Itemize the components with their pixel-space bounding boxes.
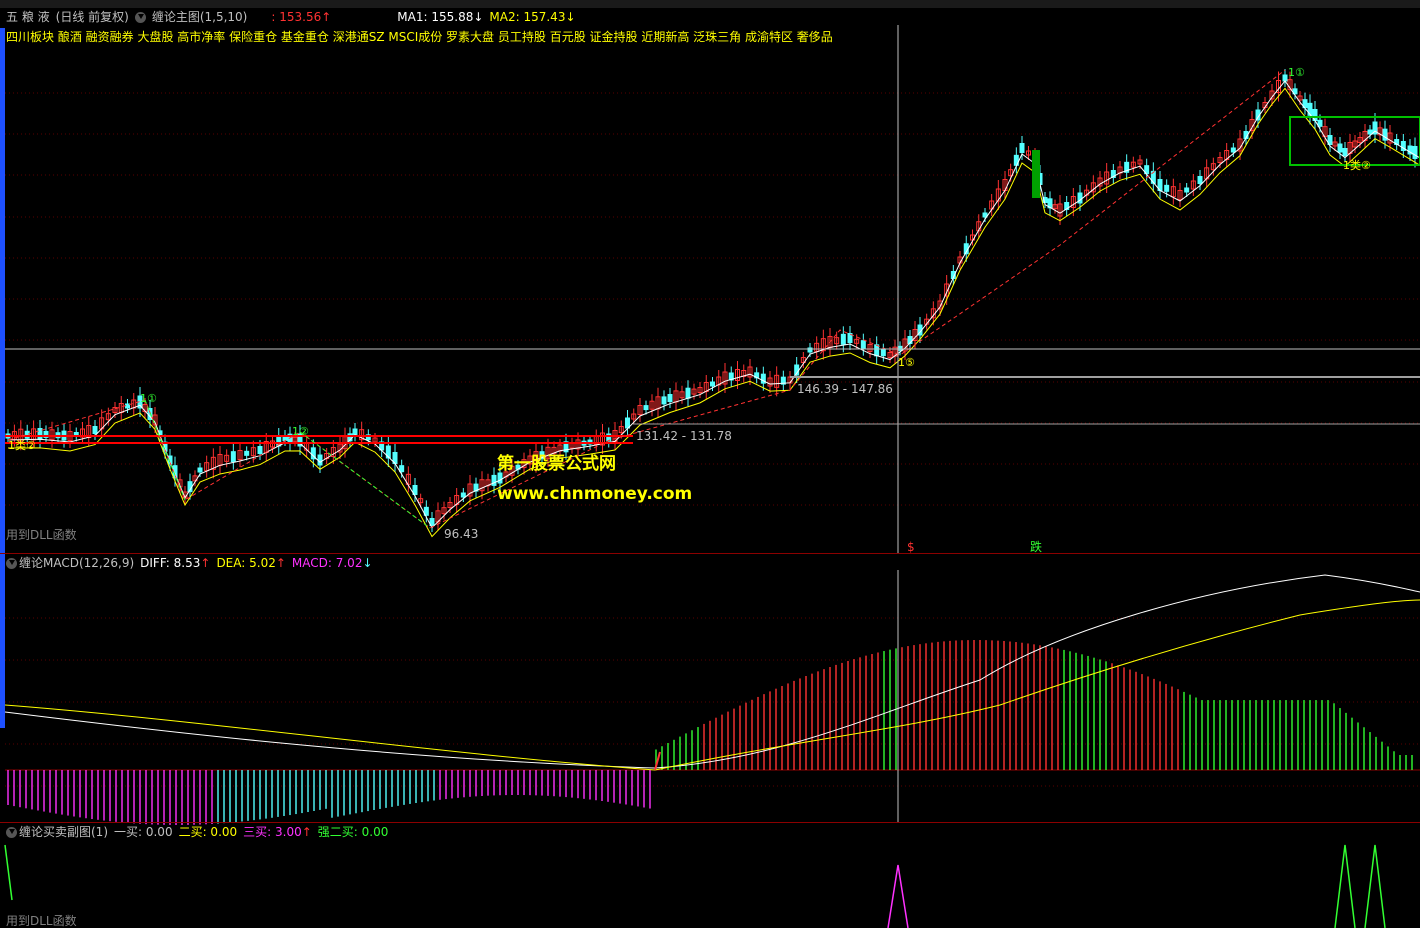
signal-s-mark: $ bbox=[907, 540, 915, 554]
signal-label-top: 1① bbox=[1288, 66, 1305, 79]
candle-body bbox=[37, 428, 43, 440]
candle-body bbox=[1019, 143, 1025, 153]
dll-note-main: 用到DLL函数 bbox=[6, 528, 77, 542]
candle-body bbox=[860, 340, 866, 350]
candle-body bbox=[661, 396, 667, 405]
panel-divider-2 bbox=[0, 822, 1420, 823]
candle-body bbox=[92, 426, 98, 434]
chevron-down-icon[interactable] bbox=[6, 557, 17, 569]
dll-note-sub: 用到DLL函数 bbox=[6, 914, 77, 928]
candle-body bbox=[1184, 187, 1190, 193]
candle-body bbox=[197, 467, 203, 473]
low-price-label: 96.43 bbox=[444, 527, 479, 541]
signal-label-b2: 1② bbox=[292, 425, 309, 438]
board-tags: 四川板块 酿酒 融资融券 大盘股 高市净率 保险重仓 基金重仓 深港通SZ MS… bbox=[6, 30, 833, 44]
main-title-bar: 五 粮 液 (日线 前复权) 缠论主图(1,5,10) : 153.56↑ MA… bbox=[6, 10, 576, 24]
candle-body bbox=[317, 454, 323, 466]
panel-divider-1 bbox=[0, 553, 1420, 554]
strong-buy2-value: 强二买: 0.00 bbox=[317, 825, 389, 839]
candle-body bbox=[1164, 184, 1170, 192]
candle-body bbox=[685, 387, 691, 399]
candle-body bbox=[1307, 102, 1313, 116]
signal-label-b1: 1① bbox=[140, 392, 157, 405]
signal-label-left: 1类② bbox=[8, 439, 36, 452]
sub-name[interactable]: 缠论买卖副图(1) bbox=[19, 825, 108, 839]
candle-body bbox=[1367, 129, 1373, 135]
candle-body bbox=[230, 451, 236, 463]
candle-body bbox=[840, 333, 846, 345]
candle-body bbox=[24, 430, 30, 439]
stock-name: 五 粮 液 bbox=[6, 10, 50, 24]
candle-body bbox=[880, 349, 886, 357]
buy2-value: 二买: 0.00 bbox=[178, 825, 238, 839]
candle-body bbox=[1230, 147, 1236, 153]
macd-title-bar: 缠论MACD(12,26,9) DIFF: 8.53↑ DEA: 5.02↑ M… bbox=[6, 556, 373, 570]
candle-body bbox=[1317, 119, 1323, 127]
watermark-url: www.chnmoney.com bbox=[497, 484, 693, 504]
macd-name[interactable]: 缠论MACD(12,26,9) bbox=[19, 556, 134, 570]
indicator-name[interactable]: 缠论主图(1,5,10) bbox=[152, 10, 248, 24]
candle-body bbox=[897, 345, 903, 351]
candle-body bbox=[1337, 143, 1343, 153]
candle-body bbox=[643, 405, 649, 411]
signal-label-b3: 1⑤ bbox=[898, 356, 915, 369]
range-label-1: 146.39 - 147.86 bbox=[797, 382, 893, 396]
candle-body bbox=[257, 446, 263, 454]
ma1-value: MA1: 155.88↓ bbox=[397, 10, 484, 24]
sub-title-bar: 缠论买卖副图(1) 一买: 0.00 二买: 0.00 三买: 3.00↑ 强二… bbox=[6, 825, 388, 839]
macd-value: MACD: 7.02↓ bbox=[291, 556, 373, 570]
candle-body bbox=[460, 492, 466, 498]
candle-body bbox=[874, 344, 880, 357]
diff-value: DIFF: 8.53↑ bbox=[140, 556, 211, 570]
candle-body bbox=[1197, 176, 1203, 184]
highlight-bar bbox=[1032, 150, 1040, 198]
signal-spike bbox=[1334, 844, 1386, 928]
candle-body bbox=[1412, 146, 1418, 159]
signal-spike bbox=[887, 864, 909, 928]
candle-body bbox=[667, 394, 673, 402]
candle-body bbox=[1282, 74, 1288, 82]
candle-body bbox=[1342, 148, 1348, 156]
buy3-value: 三买: 3.00↑ bbox=[243, 825, 312, 839]
watermark-title: 第一股票公式网 bbox=[497, 454, 616, 474]
signal-spike bbox=[4, 844, 13, 901]
kline-chart[interactable] bbox=[0, 0, 1420, 928]
candle-body bbox=[244, 450, 250, 456]
period-label: (日线 前复权) bbox=[55, 10, 129, 24]
candle-body bbox=[710, 381, 715, 387]
buy1-value: 一买: 0.00 bbox=[114, 825, 173, 839]
price-value: : 153.56↑ bbox=[271, 10, 332, 24]
chevron-down-icon[interactable] bbox=[6, 826, 17, 838]
candle-body bbox=[352, 428, 358, 436]
signal-label-right: 1类② bbox=[1343, 159, 1371, 172]
signal-die-mark: 跌 bbox=[1030, 540, 1043, 554]
candle-body bbox=[497, 472, 503, 484]
ma2-value: MA2: 157.43↓ bbox=[489, 10, 576, 24]
chevron-down-icon[interactable] bbox=[134, 11, 146, 23]
range-label-2: 131.42 - 131.78 bbox=[636, 429, 732, 443]
candle-body bbox=[399, 465, 405, 473]
dea-value: DEA: 5.02↑ bbox=[216, 556, 286, 570]
candle-body bbox=[625, 417, 630, 429]
